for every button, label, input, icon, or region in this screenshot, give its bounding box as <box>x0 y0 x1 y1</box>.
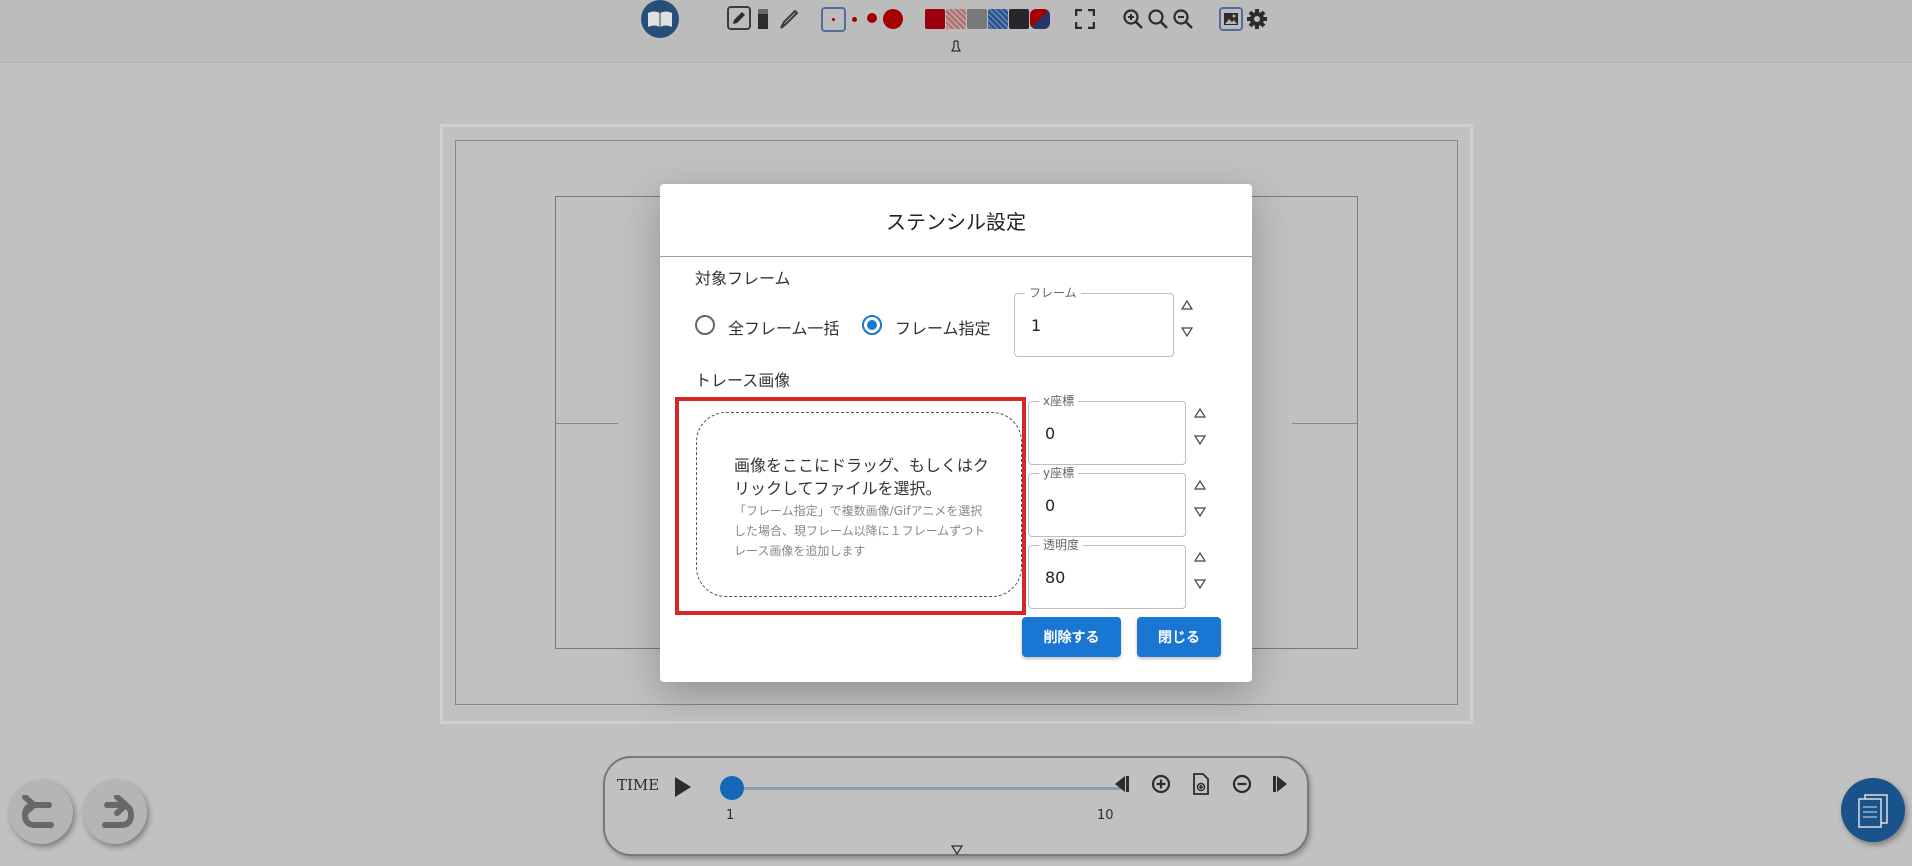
frame-field[interactable]: フレーム 1 <box>1014 286 1174 357</box>
frame-increment-icon[interactable] <box>1180 298 1194 312</box>
close-button[interactable]: 閉じる <box>1137 617 1221 657</box>
y-decrement-icon[interactable] <box>1193 505 1207 519</box>
frame-decrement-icon[interactable] <box>1180 325 1194 339</box>
y-coordinate-value[interactable]: 0 <box>1045 474 1055 536</box>
radio-all-frames-label[interactable]: 全フレーム一括 <box>728 315 840 339</box>
dialog-title: ステンシル設定 <box>660 184 1252 257</box>
target-frame-heading: 対象フレーム <box>695 269 791 288</box>
radio-all-frames[interactable] <box>695 315 715 335</box>
trace-image-heading: トレース画像 <box>695 371 791 390</box>
image-dropzone[interactable]: 画像をここにドラッグ、もしくはクリックしてファイルを選択。 「フレーム指定」で複… <box>696 412 1022 597</box>
opacity-increment-icon[interactable] <box>1193 550 1207 564</box>
stencil-settings-dialog: ステンシル設定 対象フレーム 全フレーム一括 フレーム指定 フレーム 1 トレー… <box>660 184 1252 682</box>
dropzone-sub-text: 「フレーム指定」で複数画像/Gifアニメを選択した場合、現フレーム以降に１フレー… <box>734 504 986 558</box>
radio-specific-frame[interactable] <box>862 315 882 335</box>
frame-field-value[interactable]: 1 <box>1031 294 1041 356</box>
y-coordinate-field[interactable]: y座標 0 <box>1028 466 1186 537</box>
radio-specific-frame-label[interactable]: フレーム指定 <box>895 315 991 339</box>
opacity-field[interactable]: 透明度 80 <box>1028 538 1186 609</box>
opacity-decrement-icon[interactable] <box>1193 577 1207 591</box>
y-increment-icon[interactable] <box>1193 478 1207 492</box>
x-coordinate-field[interactable]: x座標 0 <box>1028 394 1186 465</box>
delete-button[interactable]: 削除する <box>1022 617 1121 657</box>
dropzone-main-text: 画像をここにドラッグ、もしくはクリックしてファイルを選択。 <box>734 456 989 498</box>
x-increment-icon[interactable] <box>1193 406 1207 420</box>
opacity-value[interactable]: 80 <box>1045 546 1065 608</box>
x-coordinate-value[interactable]: 0 <box>1045 402 1055 464</box>
x-decrement-icon[interactable] <box>1193 433 1207 447</box>
